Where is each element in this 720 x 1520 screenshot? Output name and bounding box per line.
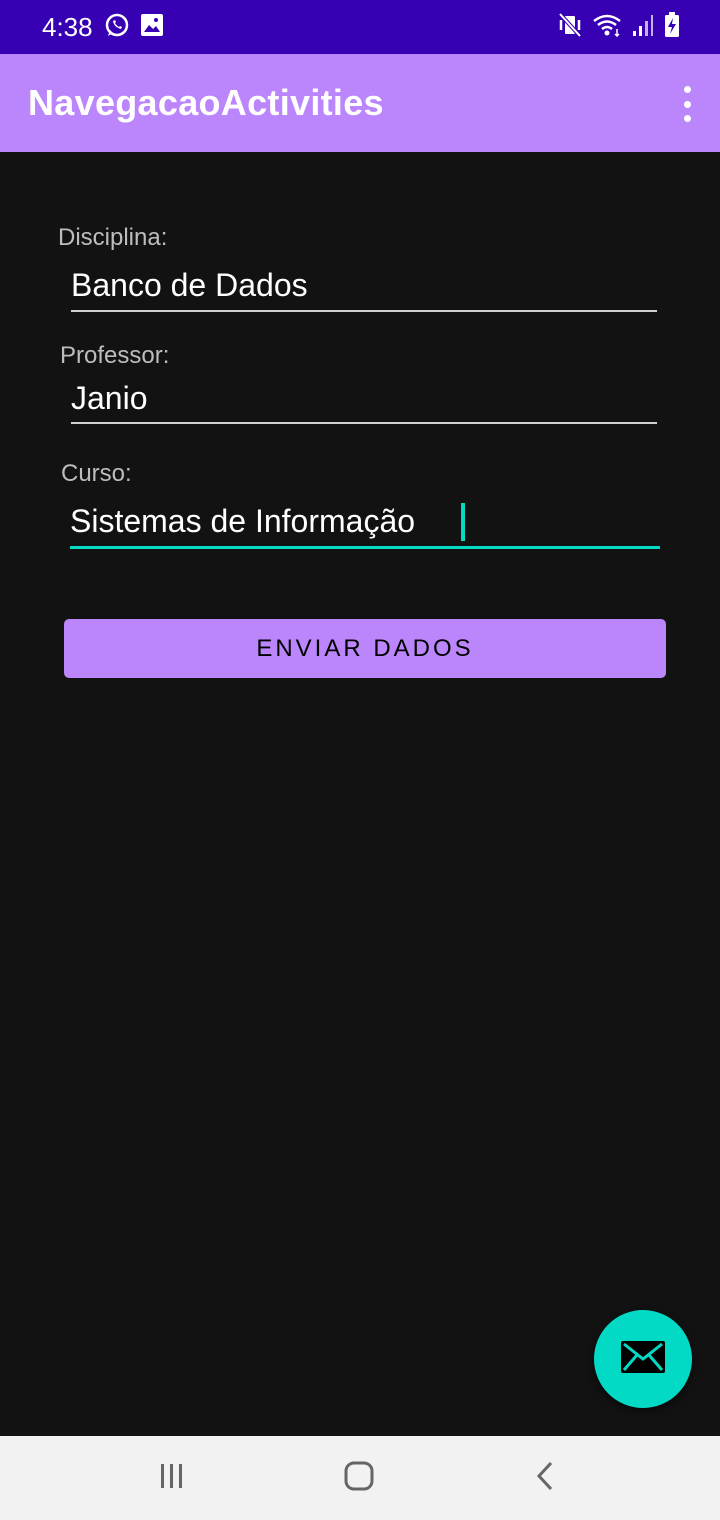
- mail-icon: [620, 1340, 666, 1379]
- back-icon: [531, 1461, 561, 1496]
- more-vert-icon[interactable]: [680, 86, 694, 122]
- home-icon: [343, 1460, 375, 1497]
- system-nav-bar: [0, 1436, 720, 1520]
- signal-icon: [632, 13, 654, 42]
- professor-underline: [71, 422, 657, 424]
- mute-vibrate-icon: [558, 12, 582, 43]
- app-bar: NavegacaoActivities: [0, 54, 720, 152]
- home-button[interactable]: [329, 1456, 389, 1500]
- professor-label: Professor:: [60, 342, 170, 369]
- professor-input[interactable]: [71, 377, 657, 419]
- status-left-icons: [104, 12, 164, 43]
- whatsapp-icon: [104, 12, 130, 43]
- enviar-dados-button[interactable]: ENVIAR DADOS: [64, 619, 666, 678]
- disciplina-label: Disciplina:: [58, 224, 168, 251]
- mail-fab-button[interactable]: [594, 1310, 692, 1408]
- curso-label: Curso:: [61, 460, 132, 487]
- wifi-icon: [592, 13, 622, 42]
- back-button[interactable]: [516, 1456, 576, 1500]
- status-bar: 4:38: [0, 0, 720, 54]
- app-title: NavegacaoActivities: [28, 82, 384, 123]
- disciplina-input[interactable]: [71, 264, 657, 306]
- curso-underline: [70, 546, 660, 549]
- status-time: 4:38: [42, 12, 93, 42]
- disciplina-underline: [71, 310, 657, 312]
- status-right-icons: [558, 11, 680, 43]
- recents-button[interactable]: [142, 1456, 202, 1500]
- image-icon: [140, 13, 164, 42]
- battery-charging-icon: [664, 11, 680, 43]
- recents-icon: [157, 1461, 187, 1496]
- curso-input[interactable]: [70, 500, 660, 542]
- text-cursor: [461, 503, 465, 541]
